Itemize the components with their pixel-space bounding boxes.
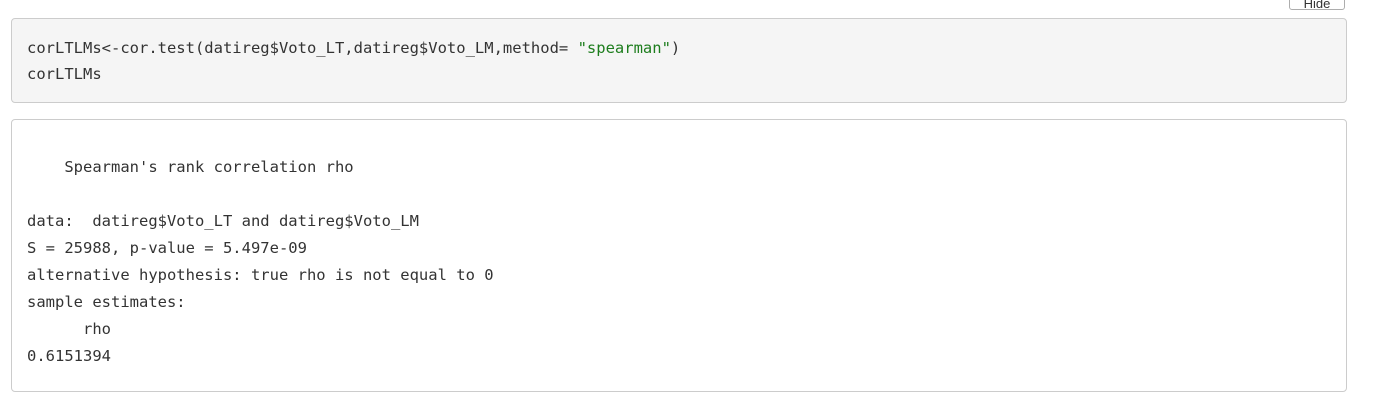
- output-test-title: Spearman's rank correlation rho: [27, 158, 354, 176]
- hide-code-button[interactable]: Hide: [1289, 0, 1345, 11]
- code-chunk: corLTLMs<-cor.test(datireg$Voto_LT,datir…: [11, 18, 1347, 103]
- output-statistic-line: S = 25988, p-value = 5.497e-09: [27, 239, 307, 257]
- output-estimate-value: 0.6151394: [27, 347, 121, 365]
- output-chunk: Spearman's rank correlation rho data: da…: [11, 119, 1347, 392]
- code-line-2: corLTLMs: [27, 65, 102, 83]
- code-closing-paren: ): [670, 39, 681, 57]
- output-estimates-header: sample estimates:: [27, 293, 186, 311]
- output-hypothesis-line: alternative hypothesis: true rho is not …: [27, 266, 494, 284]
- code-string-literal: "spearman": [577, 39, 671, 57]
- output-data-line: data: datireg$Voto_LT and datireg$Voto_L…: [27, 212, 419, 230]
- code-call-text: corLTLMs<-cor.test(datireg$Voto_LT,datir…: [27, 39, 578, 57]
- code-line-1: corLTLMs<-cor.test(datireg$Voto_LT,datir…: [27, 39, 680, 57]
- output-estimate-name: rho: [27, 320, 121, 338]
